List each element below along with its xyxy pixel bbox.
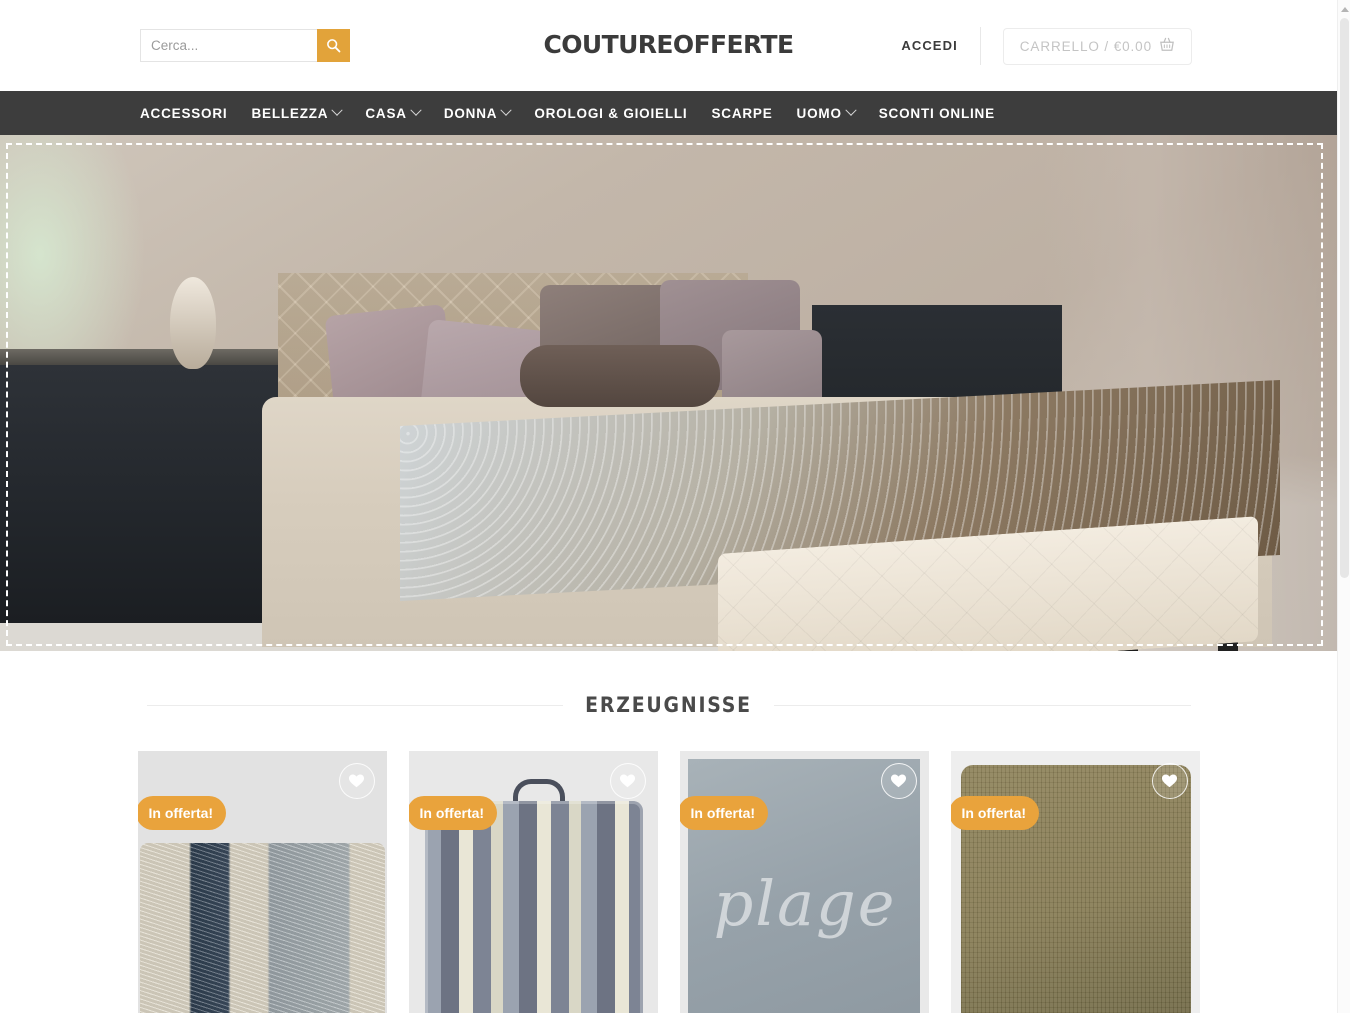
cart-button[interactable]: CARRELLO / €0.00 — [1002, 27, 1192, 65]
nav-label: OROLOGI & GIOIELLI — [534, 105, 688, 121]
product-card[interactable]: In offerta! — [408, 751, 658, 1013]
cart-amount-label: CARRELLO / €0.00 — [1019, 38, 1152, 54]
wishlist-button[interactable] — [609, 763, 646, 799]
hero-lamp — [170, 277, 216, 369]
products-section: ERZEUGNISSE In offerta! In offerta! plag… — [0, 651, 1337, 1013]
nav-item-sconti-online[interactable]: SCONTI ONLINE — [867, 91, 1007, 135]
nav-label: UOMO — [796, 105, 842, 121]
product-card[interactable]: plage In offerta! — [679, 751, 929, 1013]
site-header: COUTUREOFFERTE ACCEDI CARRELLO / €0.00 — [0, 0, 1337, 91]
scrollbar-thumb[interactable] — [1340, 18, 1349, 578]
page-root: COUTUREOFFERTE ACCEDI CARRELLO / €0.00 — [0, 0, 1350, 1013]
heart-icon — [348, 773, 365, 789]
browser-viewport: COUTUREOFFERTE ACCEDI CARRELLO / €0.00 — [0, 0, 1337, 1013]
heart-icon — [890, 773, 907, 789]
wishlist-button[interactable] — [338, 763, 375, 799]
nav-label: DONNA — [443, 105, 498, 121]
sale-badge: In offerta! — [408, 796, 498, 830]
nav-item-orologi-gioielli[interactable]: OROLOGI & GIOIELLI — [522, 91, 699, 135]
heart-icon — [619, 773, 636, 789]
page-scrollbar[interactable] — [1337, 0, 1350, 1013]
heart-icon — [1161, 773, 1178, 789]
product-thumbnail[interactable]: In offerta! — [137, 751, 387, 1013]
nav-label: CASA — [365, 105, 407, 121]
product-grid: In offerta! In offerta! plage In offerta… — [137, 751, 1200, 1013]
nav-label: SCONTI ONLINE — [878, 105, 995, 121]
product-card[interactable]: In offerta! — [950, 751, 1200, 1013]
nav-item-bellezza[interactable]: BELLEZZA — [239, 91, 353, 135]
heading-rule-right — [773, 704, 1191, 706]
heading-rule-left — [146, 704, 564, 706]
sale-badge: In offerta! — [137, 796, 227, 830]
product-image-overlay-text: plage — [713, 867, 897, 940]
main-navigation: ACCESSORI BELLEZZA CASA DONNA OROLOGI & … — [0, 91, 1337, 135]
header-actions: ACCEDI CARRELLO / €0.00 — [901, 27, 1192, 65]
nav-item-accessori[interactable]: ACCESSORI — [140, 91, 239, 135]
product-thumbnail[interactable]: In offerta! — [950, 751, 1200, 1013]
chevron-down-icon — [331, 104, 344, 116]
nav-item-casa[interactable]: CASA — [353, 91, 431, 135]
section-title: ERZEUGNISSE — [585, 693, 752, 717]
chevron-down-icon — [845, 104, 857, 116]
chevron-down-icon — [500, 104, 512, 116]
header-inner: COUTUREOFFERTE ACCEDI CARRELLO / €0.00 — [0, 0, 1337, 91]
nav-item-donna[interactable]: DONNA — [432, 91, 523, 135]
product-card[interactable]: In offerta! — [137, 751, 387, 1013]
login-link[interactable]: ACCEDI — [901, 27, 981, 65]
product-thumbnail[interactable]: In offerta! — [408, 751, 658, 1013]
wishlist-button[interactable] — [880, 763, 917, 799]
scrollbar-up-arrow-icon[interactable] — [1338, 2, 1350, 16]
sale-badge: In offerta! — [950, 796, 1040, 830]
nav-item-uomo[interactable]: UOMO — [785, 91, 867, 135]
wishlist-button[interactable] — [1151, 763, 1188, 799]
hero-cabinet-left — [0, 349, 292, 623]
hero-bolster-pillow — [520, 345, 720, 407]
hero-banner[interactable] — [0, 135, 1337, 651]
nav-item-scarpe[interactable]: SCARPE — [699, 91, 784, 135]
nav-list: ACCESSORI BELLEZZA CASA DONNA OROLOGI & … — [140, 91, 1007, 135]
product-thumbnail[interactable]: plage In offerta! — [679, 751, 929, 1013]
chevron-down-icon — [410, 104, 422, 116]
nav-label: BELLEZZA — [251, 105, 329, 121]
section-heading: ERZEUGNISSE — [146, 685, 1191, 725]
nav-label: ACCESSORI — [140, 105, 228, 121]
sale-badge: In offerta! — [679, 796, 769, 830]
shopping-basket-icon — [1159, 37, 1175, 55]
nav-label: SCARPE — [711, 105, 773, 121]
